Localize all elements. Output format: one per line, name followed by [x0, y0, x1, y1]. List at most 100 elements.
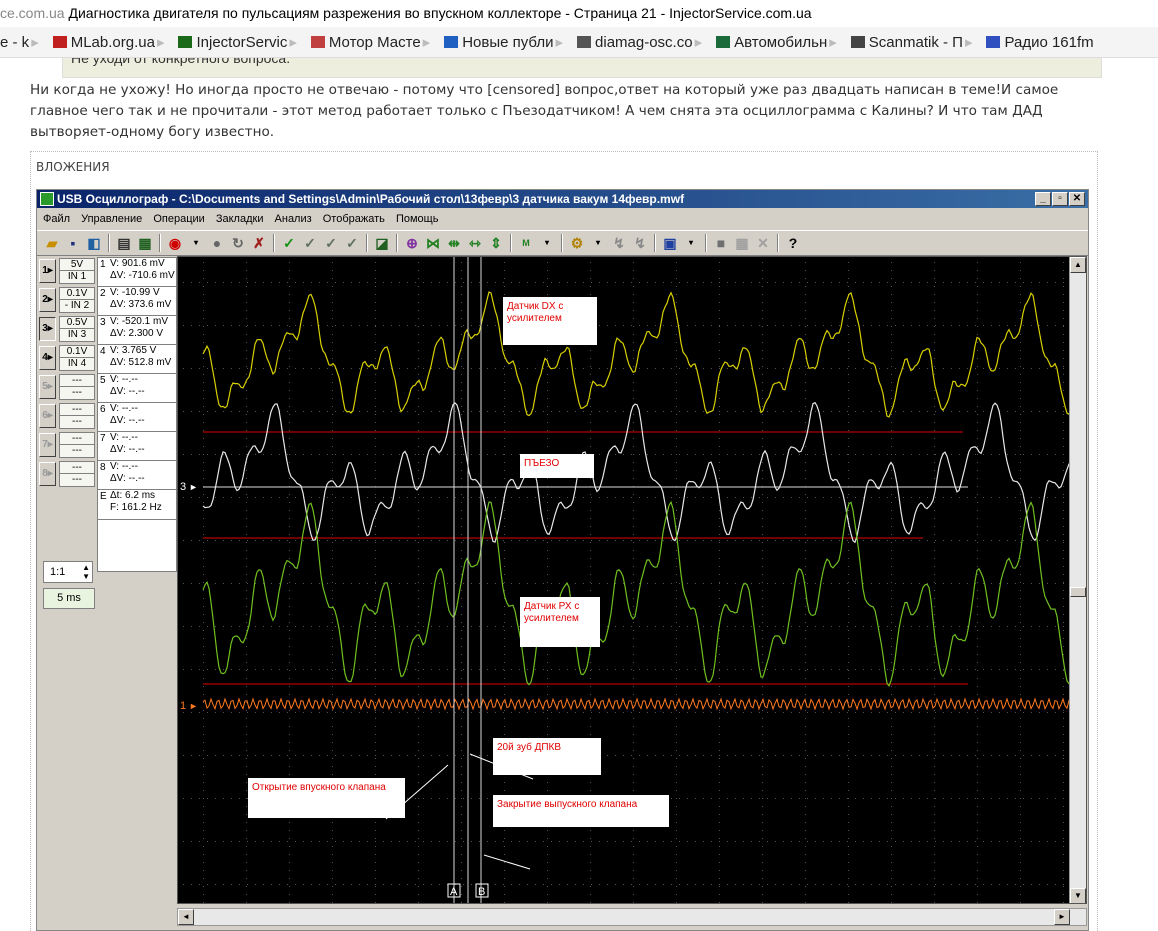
- scroll-thumb[interactable]: [1070, 587, 1086, 597]
- memory-icon[interactable]: M: [517, 234, 535, 252]
- bookmark-item[interactable]: MLab.org.ua ▸: [52, 27, 164, 57]
- scroll-up-icon[interactable]: ▲: [1070, 257, 1086, 273]
- record-icon[interactable]: ●: [208, 234, 226, 252]
- menu-file[interactable]: Файл: [43, 213, 70, 225]
- trigger-b-icon[interactable]: ↯: [631, 234, 649, 252]
- search-icon[interactable]: ⊕: [403, 234, 421, 252]
- channel-measure: 7 V: --.-- ΔV: --.--: [98, 432, 178, 461]
- close-button[interactable]: ✕: [1069, 192, 1085, 206]
- bookmark-item[interactable]: Scanmatik - П ▸: [850, 27, 972, 57]
- site-icon: [850, 36, 865, 48]
- channel-toggle-button[interactable]: 8▸: [39, 462, 56, 486]
- grid-icon[interactable]: ▦: [733, 234, 751, 252]
- check-sub-icon[interactable]: ✓: [301, 234, 319, 252]
- filter-icon[interactable]: ⚙: [568, 234, 586, 252]
- bookmark-label: Новые публи: [462, 34, 554, 51]
- channel-scale-select[interactable]: --- ---: [59, 461, 95, 487]
- channel-toggle-button[interactable]: 6▸: [39, 404, 56, 428]
- channel-scale-select[interactable]: --- ---: [59, 432, 95, 458]
- maximize-button[interactable]: ▫: [1052, 192, 1068, 206]
- sync-icon[interactable]: ↻: [229, 234, 247, 252]
- bookmark-item[interactable]: e - k ▸: [0, 27, 39, 57]
- check-multi-icon[interactable]: ✓: [322, 234, 340, 252]
- app-title-bar: USB Осциллограф - C:\Documents and Setti…: [37, 190, 1088, 208]
- page-title: Диагностика двигателя по пульсациям разр…: [68, 5, 812, 21]
- channel-scale-select[interactable]: --- ---: [59, 374, 95, 400]
- channel-scale-select[interactable]: 0.5V IN 3: [59, 316, 95, 342]
- help-icon[interactable]: ?: [784, 234, 802, 252]
- check-split-icon[interactable]: ✓: [343, 234, 361, 252]
- channel-toggle-button[interactable]: 1▸: [39, 259, 56, 283]
- channel-measure: 3 V: -520.1 mV ΔV: 2.300 V: [98, 316, 178, 345]
- minimize-button[interactable]: _: [1035, 192, 1051, 206]
- tools-icon[interactable]: ✗: [250, 234, 268, 252]
- channel-row: 8▸ --- ---: [39, 460, 97, 489]
- scroll-right-icon[interactable]: ►: [1054, 909, 1070, 925]
- car-icon: [52, 36, 67, 48]
- site-icon: [444, 36, 459, 48]
- channel-row: 1▸ 5V IN 1: [39, 257, 97, 286]
- menu-operations[interactable]: Операции: [153, 213, 204, 225]
- spinner-icon[interactable]: ▲ ▼: [82, 563, 90, 581]
- arrow-right-icon: ▸: [47, 352, 53, 363]
- timebase-field[interactable]: 5 ms: [43, 588, 95, 609]
- menu-display[interactable]: Отображать: [323, 213, 385, 225]
- channel-toggle-button[interactable]: 4▸: [39, 346, 56, 370]
- menu-analysis[interactable]: Анализ: [275, 213, 312, 225]
- vertical-scrollbar[interactable]: ▲ ▼: [1069, 257, 1086, 903]
- bookmark-item[interactable]: diamag-osc.co ▸: [577, 27, 702, 57]
- oscilloscope-screen[interactable]: 3 ► 1 ► A B Датчик DX с усилителем ПЪЕЗО…: [177, 256, 1087, 904]
- stop-icon[interactable]: ◉: [166, 234, 184, 252]
- channel-toggle-button[interactable]: 5▸: [39, 375, 56, 399]
- bookmark-item[interactable]: Мотор Масте ▸: [310, 27, 430, 57]
- horizontal-scrollbar[interactable]: ◄ ►: [177, 908, 1087, 926]
- bookmark-item[interactable]: Новые публи ▸: [444, 27, 563, 57]
- channel-scale-select[interactable]: 5V IN 1: [59, 258, 95, 284]
- annot-piezo: ПЪЕЗО: [520, 454, 594, 478]
- bookmark-item[interactable]: InjectorServic ▸: [178, 27, 297, 57]
- title-url: ce.com.ua: [0, 5, 65, 21]
- arrow-right-icon: ▸: [47, 294, 53, 305]
- channel-toggle-button[interactable]: 3▸: [39, 317, 56, 341]
- save-icon[interactable]: ▪: [64, 234, 82, 252]
- bookmark-label: diamag-osc.co: [595, 34, 693, 51]
- menu-control[interactable]: Управление: [81, 213, 142, 225]
- dropdown-icon[interactable]: ▾: [187, 234, 205, 252]
- scroll-left-icon[interactable]: ◄: [178, 909, 194, 925]
- channel-scale-select[interactable]: 0.1V - IN 2: [59, 287, 95, 313]
- channel-row: 2▸ 0.1V - IN 2: [39, 286, 97, 315]
- scroll-down-icon[interactable]: ▼: [1070, 888, 1086, 903]
- color-icon[interactable]: ◪: [373, 234, 391, 252]
- channel-scale-select[interactable]: --- ---: [59, 403, 95, 429]
- annot-tooth: 20й зуб ДПКВ: [493, 738, 601, 775]
- dropdown-icon[interactable]: ▾: [589, 234, 607, 252]
- channel-measure: 4 V: 3.765 V ΔV: 512.8 mV: [98, 345, 178, 374]
- trigger-icon[interactable]: ↯: [610, 234, 628, 252]
- bookmark-item[interactable]: Радио 161fm: [986, 27, 1094, 57]
- cursor-b-label: B: [478, 886, 485, 898]
- menu-help[interactable]: Помощь: [396, 213, 439, 225]
- arrow-right-icon: ►: [189, 482, 198, 492]
- channel-toggle-button[interactable]: 7▸: [39, 433, 56, 457]
- export-icon[interactable]: ▦: [136, 234, 154, 252]
- cursor-b-icon[interactable]: ⇹: [445, 234, 463, 252]
- dropdown-icon[interactable]: ▾: [538, 234, 556, 252]
- clear-icon[interactable]: ✕: [754, 234, 772, 252]
- bookmark-item[interactable]: Автомобильн ▸: [716, 27, 837, 57]
- import-icon[interactable]: ◧: [85, 234, 103, 252]
- square-icon[interactable]: ■: [712, 234, 730, 252]
- cursor-a-icon[interactable]: ⋈: [424, 234, 442, 252]
- zoom-select[interactable]: 1:1 ▲ ▼: [43, 561, 93, 583]
- display-icon[interactable]: ▣: [661, 234, 679, 252]
- open-icon[interactable]: ▰: [43, 234, 61, 252]
- print-icon[interactable]: ▤: [115, 234, 133, 252]
- time-measure: E Δt: 6.2 ms F: 161.2 Hz: [98, 490, 178, 520]
- menu-bookmarks[interactable]: Закладки: [216, 213, 264, 225]
- cursor-c-icon[interactable]: ⇿: [466, 234, 484, 252]
- channel-scale-select[interactable]: 0.1V IN 4: [59, 345, 95, 371]
- check-icon[interactable]: ✓: [280, 234, 298, 252]
- channel-toggle-button[interactable]: 2▸: [39, 288, 56, 312]
- annot-px: Датчик РХ с усилителем: [520, 597, 600, 647]
- dropdown-icon[interactable]: ▾: [682, 234, 700, 252]
- cursor-d-icon[interactable]: ⇕: [487, 234, 505, 252]
